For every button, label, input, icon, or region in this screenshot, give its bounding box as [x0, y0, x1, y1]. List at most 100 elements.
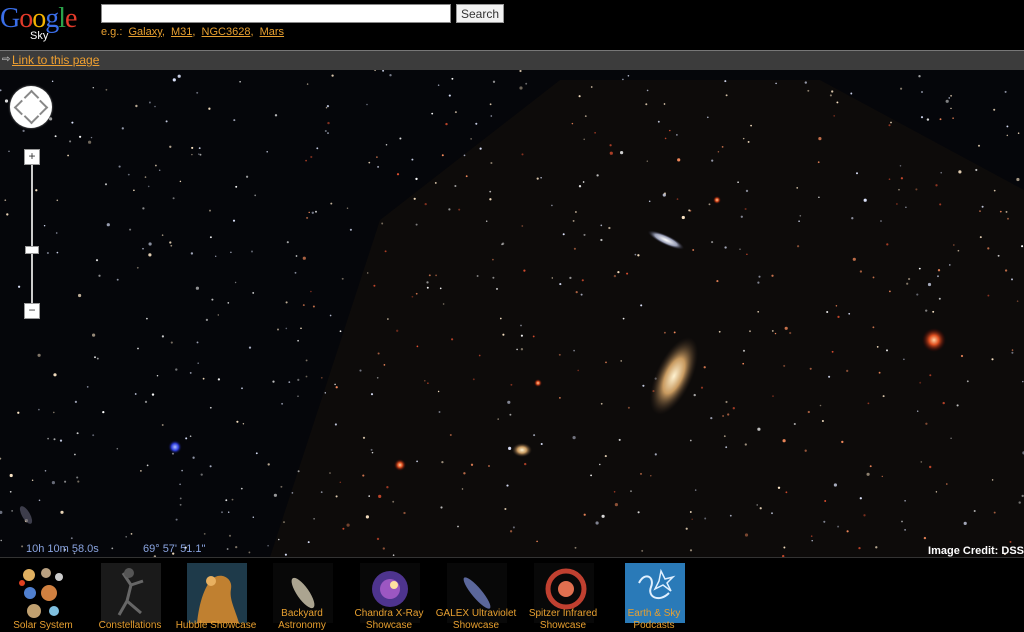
star: [577, 369, 580, 372]
star: [492, 276, 495, 279]
star: [509, 413, 512, 416]
star: [146, 464, 149, 467]
gallery-label: Constellations: [98, 620, 162, 631]
star: [939, 118, 942, 121]
star: [774, 332, 777, 335]
star: [613, 274, 617, 278]
star: [783, 546, 786, 549]
gallery-solar-system[interactable]: Solar System: [0, 561, 86, 632]
star: [957, 249, 960, 252]
gallery-label: Backyard Astronomy: [278, 608, 326, 631]
star: [901, 520, 903, 523]
star: [863, 514, 866, 517]
star: [326, 104, 330, 108]
star: [506, 484, 509, 487]
top-bar: Google Sky Search e.g.: Galaxy, M31, NGC…: [0, 0, 1024, 50]
google-sky-logo[interactable]: Google Sky: [0, 4, 96, 44]
example-link-mars[interactable]: Mars: [260, 26, 284, 38]
star: [937, 269, 941, 272]
star: [170, 244, 173, 247]
example-link-ngc3628[interactable]: NGC3628: [202, 26, 251, 38]
star: [427, 382, 429, 384]
star: [169, 241, 172, 244]
star: [622, 78, 624, 81]
gallery-label: GALEX Ultraviolet Showcase: [435, 608, 517, 631]
star: [434, 181, 437, 184]
star: [329, 314, 332, 317]
star: [1006, 134, 1009, 137]
zoom-out-button[interactable]: −: [24, 303, 40, 319]
star: [650, 475, 652, 477]
gallery-backyard-astronomy[interactable]: Backyard Astronomy: [259, 561, 345, 632]
star: [129, 228, 132, 231]
star: [374, 70, 376, 72]
star: [646, 160, 649, 162]
link-to-page[interactable]: Link to this page: [12, 53, 99, 67]
gallery-galex[interactable]: GALEX Ultraviolet Showcase: [433, 561, 519, 632]
gallery-hubble[interactable]: Hubble Showcase: [173, 561, 259, 632]
star: [441, 460, 444, 464]
gallery-earth-sky-podcasts[interactable]: Earth & Sky Podcasts: [611, 561, 697, 632]
declination: 69° 57' 51.1": [143, 543, 206, 555]
star: [627, 406, 630, 409]
star: [940, 171, 942, 174]
star: [797, 245, 800, 248]
star: [308, 211, 310, 214]
zoom-slider-thumb[interactable]: [25, 246, 39, 254]
star: [211, 298, 214, 301]
star: [742, 349, 746, 352]
search-input[interactable]: [101, 4, 451, 23]
star: [330, 202, 333, 205]
star: [95, 259, 99, 262]
star: [437, 390, 440, 393]
example-link-m31[interactable]: M31: [171, 26, 192, 38]
star: [634, 253, 637, 256]
gallery-spitzer[interactable]: Spitzer Infrared Showcase: [520, 561, 606, 632]
star: [148, 253, 152, 257]
star: [161, 335, 165, 338]
sky-map[interactable]: + − 10h 10m 58.0s 69° 57' 51.1" Image Cr…: [0, 70, 1024, 557]
star: [366, 103, 368, 106]
star: [226, 548, 229, 550]
star: [288, 381, 291, 383]
star: [991, 358, 994, 361]
small-galaxy[interactable]: [512, 443, 532, 457]
star: [235, 185, 238, 188]
star: [574, 546, 577, 549]
star: [869, 465, 872, 468]
red-star: [394, 459, 406, 471]
star: [236, 420, 239, 423]
star: [331, 74, 334, 77]
star: [0, 457, 2, 460]
star: [169, 145, 172, 148]
star: [445, 122, 448, 126]
star: [848, 312, 851, 315]
star: [757, 281, 760, 284]
example-link-galaxy[interactable]: Galaxy: [128, 26, 161, 38]
search-button[interactable]: Search: [456, 4, 504, 23]
zoom-in-button[interactable]: +: [24, 149, 40, 165]
star: [640, 472, 642, 475]
planets-icon: [19, 568, 63, 618]
star: [310, 290, 312, 293]
gallery-chandra[interactable]: Chandra X-Ray Showcase: [346, 561, 432, 632]
star: [831, 350, 834, 353]
zoom-track[interactable]: [31, 156, 33, 310]
star: [722, 415, 725, 417]
star: [993, 108, 996, 111]
star: [144, 400, 148, 404]
star: [846, 530, 849, 533]
star: [190, 252, 194, 255]
star: [758, 275, 761, 278]
star: [724, 80, 727, 83]
pan-control[interactable]: [10, 86, 52, 128]
star: [946, 483, 948, 485]
star: [335, 495, 338, 498]
star: [900, 177, 904, 180]
star: [386, 486, 389, 489]
star: [221, 511, 223, 514]
star: [536, 540, 538, 543]
gallery-constellations[interactable]: Constellations: [87, 561, 173, 632]
star: [312, 305, 315, 308]
star: [626, 272, 629, 275]
